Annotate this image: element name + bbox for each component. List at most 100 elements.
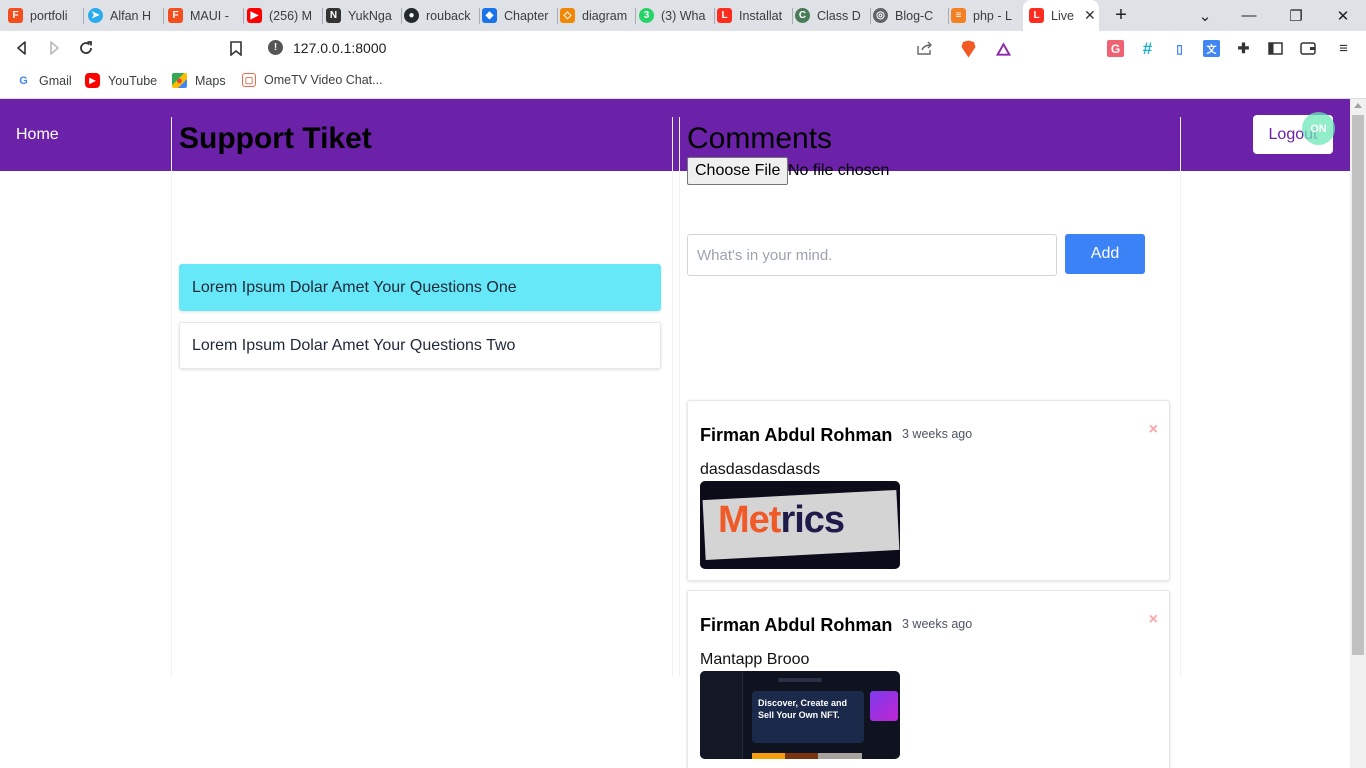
image-text: Discover, Create and Sell Your Own NFT. [758, 698, 848, 720]
browser-tab[interactable]: ≡ php - L [951, 0, 1027, 31]
comments-title: Comments [687, 122, 833, 155]
comment-body: Mantapp Brooo [700, 651, 810, 668]
tab-title: diagram [582, 8, 628, 23]
browser-tab[interactable]: L Installat [717, 0, 793, 31]
comment-image[interactable]: Discover, Create and Sell Your Own NFT. [700, 671, 900, 759]
tab-title: (256) M [269, 8, 313, 23]
tab-title: Alfan H [110, 8, 151, 23]
browser-tab[interactable]: ● rouback [404, 0, 480, 31]
share-icon[interactable] [914, 37, 936, 59]
comment-input[interactable] [687, 234, 1057, 276]
image-text: rics [780, 499, 845, 541]
tab-title: Class D [817, 8, 861, 23]
tab-title: Blog-C [895, 8, 934, 23]
browser-tab[interactable]: C Class D [795, 0, 871, 31]
globe-icon: ◎ [873, 8, 888, 23]
ometv-icon: ▢ [242, 73, 256, 87]
choose-file-button[interactable]: Choose File [687, 157, 789, 185]
translate-icon[interactable]: 文 [1203, 40, 1220, 57]
telegram-icon: ➤ [88, 8, 103, 23]
wallet-icon[interactable] [1299, 40, 1316, 57]
comment-timestamp: 3 weeks ago [902, 617, 973, 631]
youtube-icon: ▶ [85, 73, 100, 88]
bookmark-icon[interactable] [225, 37, 247, 59]
comment-card: Firman Abdul Rohman 3 weeks ago × dasdas… [687, 400, 1170, 581]
comment-author: Firman Abdul Rohman [700, 425, 893, 445]
new-tab-icon[interactable]: + [1110, 0, 1132, 31]
close-tab-icon[interactable]: ✕ [1084, 7, 1096, 24]
laravel-icon: L [1029, 8, 1044, 23]
menu-kebab-icon[interactable]: ≡ [1335, 40, 1352, 57]
minimize-icon[interactable]: — [1240, 0, 1258, 31]
browser-tab[interactable]: F MAUI - [168, 0, 244, 31]
url-text[interactable]: 127.0.0.1:8000 [293, 40, 386, 56]
reload-icon[interactable] [75, 37, 97, 59]
tab-title: php - L [973, 8, 1012, 23]
bookmark-ometv[interactable]: ▢ OmeTV Video Chat... [242, 73, 383, 87]
tab-title: (3) Wha [661, 8, 706, 23]
extensions-puzzle-icon[interactable]: ✚ [1235, 40, 1252, 57]
delete-comment-icon[interactable]: × [1149, 611, 1158, 629]
hashtag-extension-icon[interactable]: # [1139, 39, 1156, 58]
tab-title: MAUI - [190, 8, 229, 23]
support-column [171, 117, 673, 677]
docs-extension-icon[interactable]: ▯ [1171, 40, 1188, 57]
comment-body: dasdasdasdasds [700, 461, 821, 478]
ticket-item[interactable]: Lorem Ipsum Dolar Amet Your Questions Tw… [179, 322, 661, 369]
browser-tab[interactable]: 3 (3) Wha [639, 0, 715, 31]
google-icon: G [19, 74, 28, 87]
tab-title: portfoli [30, 8, 68, 23]
brave-shield-icon[interactable] [960, 40, 977, 57]
browser-tab[interactable]: ▶ (256) M [247, 0, 323, 31]
image-text: Met [718, 499, 781, 541]
classroom-icon: ◆ [482, 8, 497, 23]
browser-tab-active[interactable]: L Live ✕ [1023, 0, 1099, 31]
browser-tab[interactable]: N YukNga [326, 0, 402, 31]
browser-tab[interactable]: ◆ Chapter [482, 0, 558, 31]
comment-author: Firman Abdul Rohman [700, 615, 893, 635]
comment-card: Firman Abdul Rohman 3 weeks ago × Mantap… [687, 590, 1170, 768]
tab-title: Live [1051, 8, 1074, 23]
bookmark-maps[interactable]: ● Maps [172, 73, 226, 88]
browser-tab[interactable]: ◇ diagram [560, 0, 636, 31]
laravel-icon: L [717, 8, 732, 23]
figma-icon: F [8, 8, 23, 23]
status-badge[interactable]: ON [1302, 112, 1335, 145]
bookmark-youtube[interactable]: ▶ YouTube [85, 73, 157, 88]
comment-image[interactable]: Metrics [700, 481, 900, 569]
home-link[interactable]: Home [16, 126, 59, 144]
maps-icon: ● [172, 73, 187, 88]
youtube-icon: ▶ [247, 8, 262, 23]
diagrams-icon: ◇ [560, 8, 575, 23]
notion-icon: N [326, 8, 341, 23]
bookmark-label: Gmail [39, 73, 72, 88]
whatsapp-icon: 3 [639, 8, 654, 23]
comment-timestamp: 3 weeks ago [902, 427, 973, 441]
site-icon: C [795, 8, 810, 23]
tab-title: rouback [426, 8, 471, 23]
bookmark-label: Maps [195, 73, 226, 88]
browser-tab[interactable]: ◎ Blog-C [873, 0, 949, 31]
ticket-item-active[interactable]: Lorem Ipsum Dolar Amet Your Questions On… [179, 264, 661, 311]
file-status-text: No file chosen [788, 162, 890, 179]
brave-rewards-icon[interactable] [995, 40, 1012, 57]
page-title: Support Tiket [179, 122, 372, 155]
sidebar-toggle-icon[interactable] [1267, 40, 1284, 57]
bookmark-gmail[interactable]: G Gmail [16, 73, 72, 88]
figma-icon: F [168, 8, 183, 23]
back-icon[interactable] [11, 37, 33, 59]
tab-search-chevron-icon[interactable]: ⌄ [1196, 0, 1214, 31]
grammarly-icon[interactable]: G [1107, 40, 1124, 57]
browser-tab[interactable]: F portfoli [8, 0, 84, 31]
restore-icon[interactable]: ❐ [1287, 0, 1305, 31]
add-comment-button[interactable]: Add [1065, 234, 1145, 274]
site-info-icon[interactable]: ! [268, 40, 283, 55]
close-window-icon[interactable]: ✕ [1334, 0, 1352, 31]
scroll-up-arrow-icon[interactable] [1354, 103, 1362, 108]
forward-icon[interactable] [43, 37, 65, 59]
tab-title: Chapter [504, 8, 549, 23]
browser-tab[interactable]: ➤ Alfan H [88, 0, 164, 31]
scrollbar-thumb[interactable] [1352, 115, 1364, 655]
bookmark-label: YouTube [108, 73, 158, 88]
delete-comment-icon[interactable]: × [1149, 421, 1158, 439]
